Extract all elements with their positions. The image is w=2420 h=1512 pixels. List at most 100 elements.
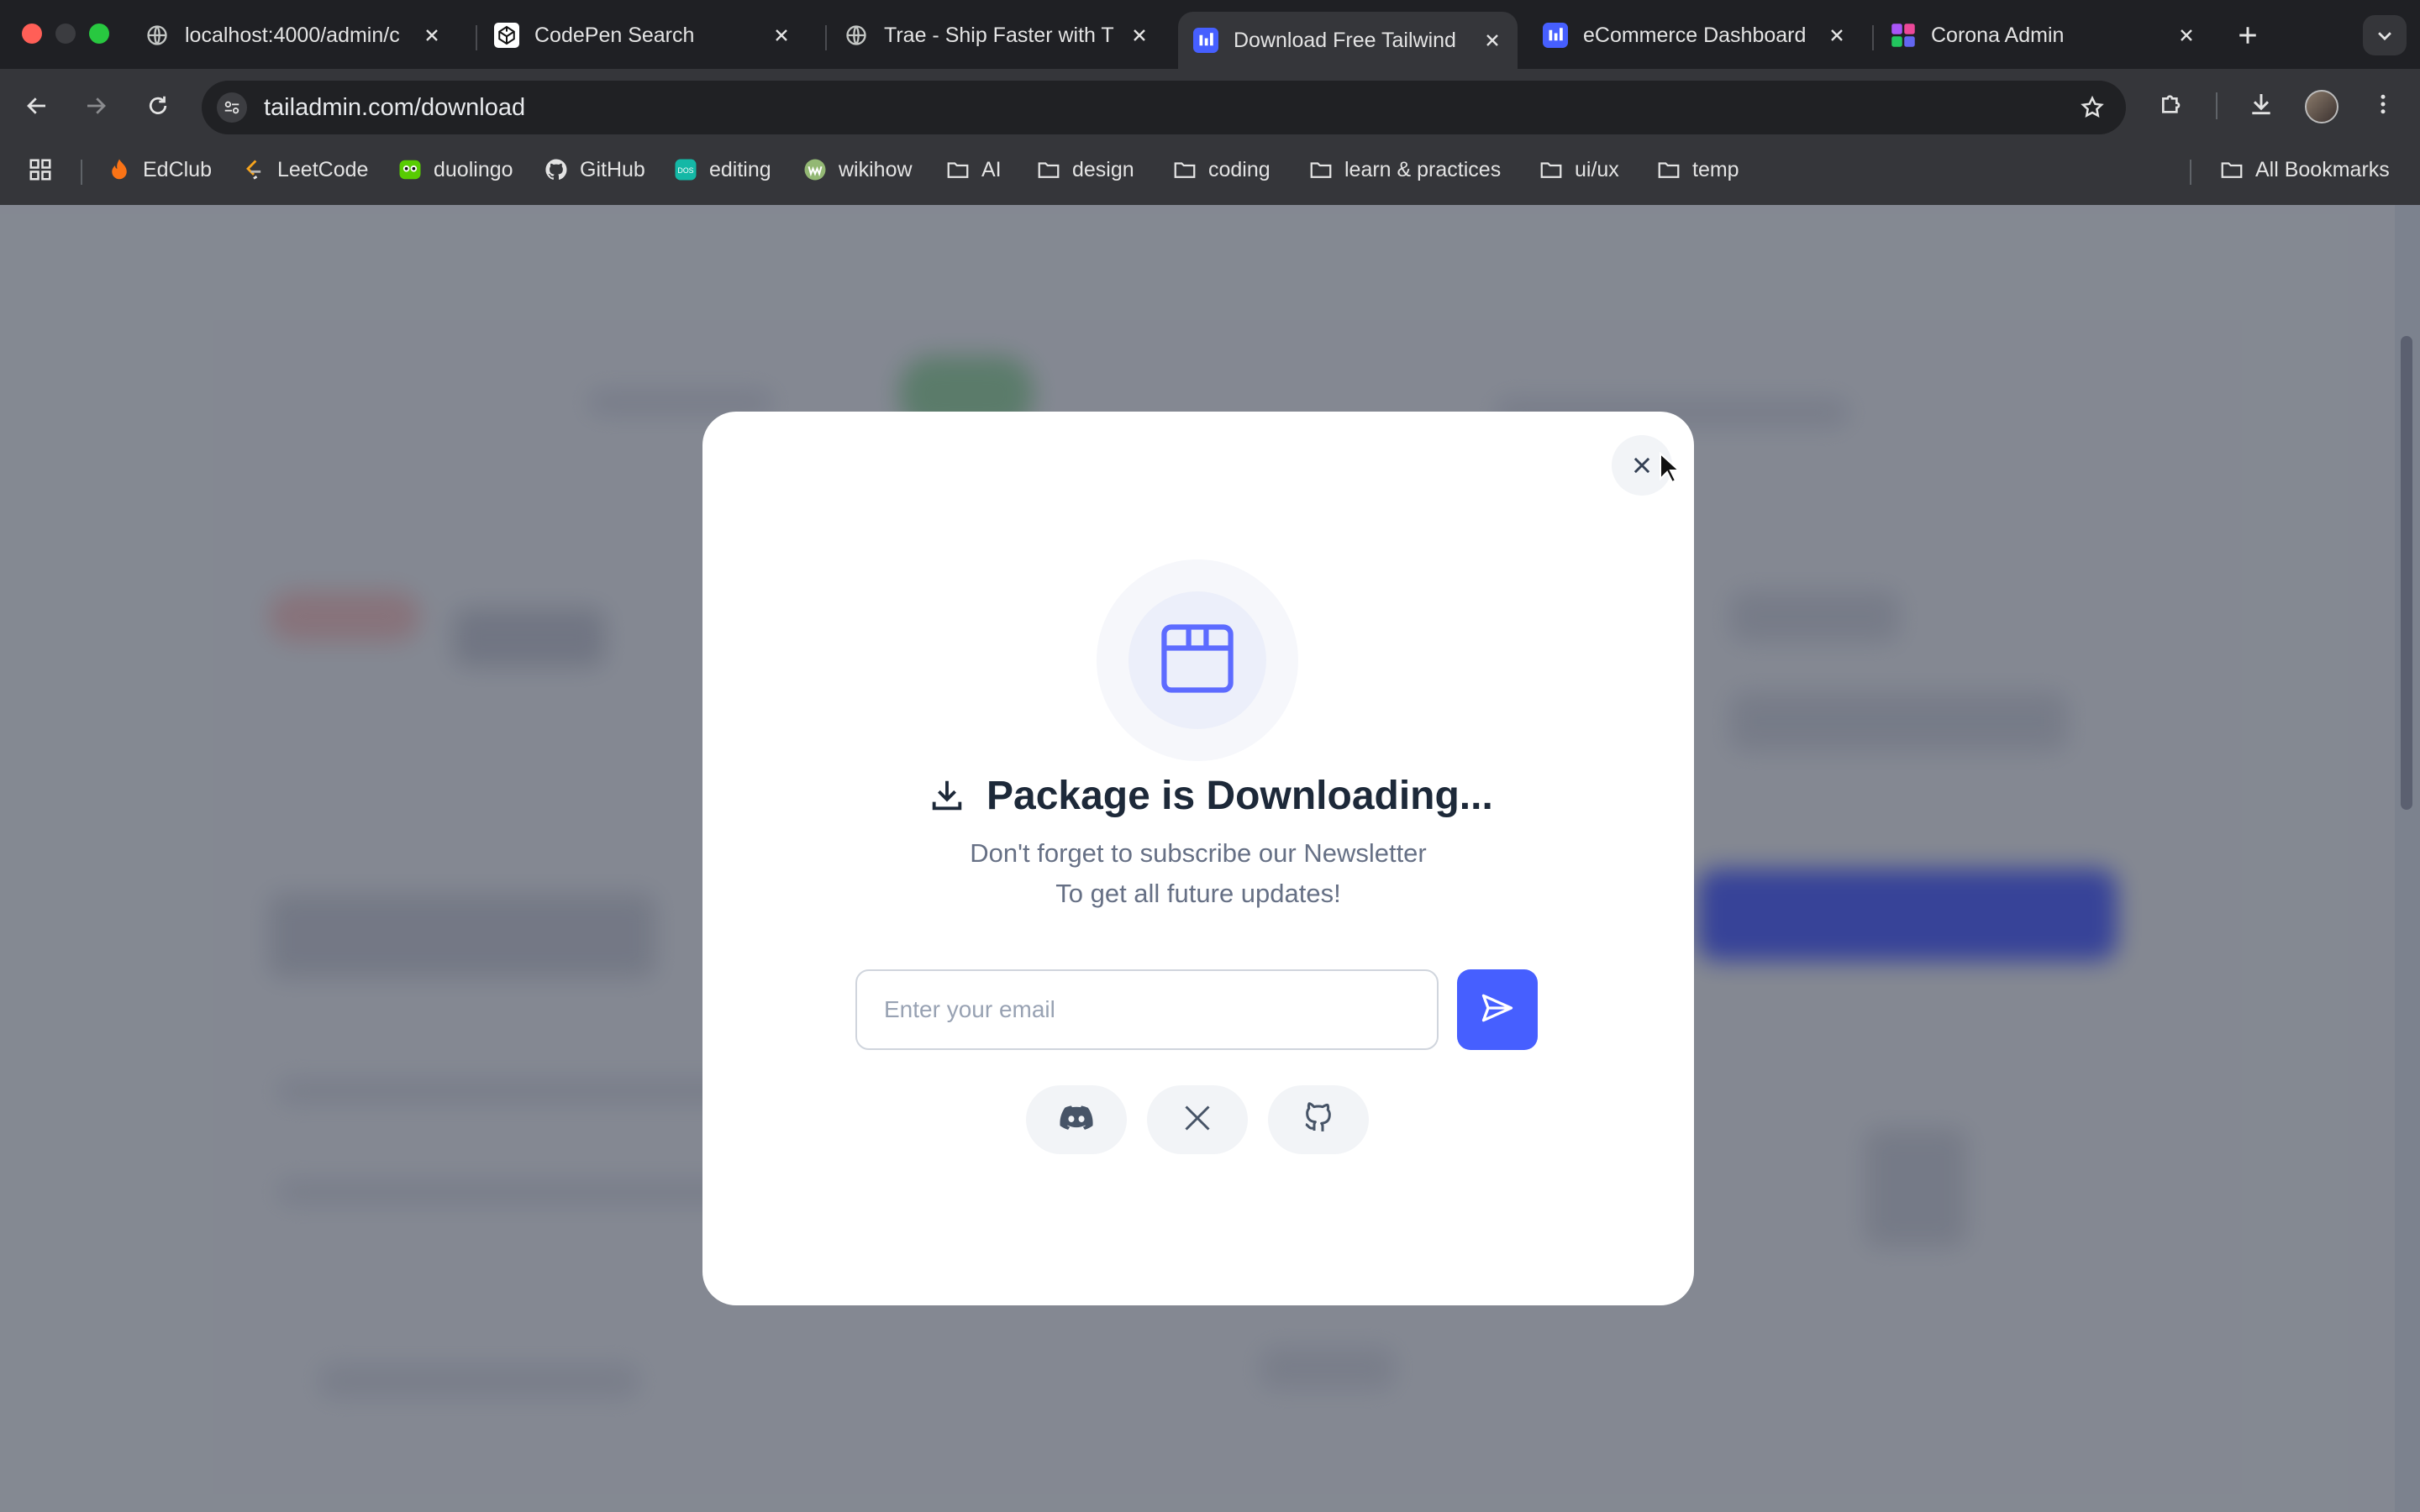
downloads-icon[interactable] [2241,84,2281,124]
github-icon [1302,1101,1335,1139]
edclub-icon [106,156,133,183]
bookmark-edclub[interactable]: EdClub [106,153,212,186]
bookmark-folder-uiux[interactable]: ui/ux [1538,153,1619,186]
forward-button[interactable] [76,86,116,126]
send-icon [1479,990,1516,1031]
bookmark-star-icon[interactable] [2077,92,2107,123]
tab-strip: localhost:4000/admin/c CodePen Search Tr… [0,0,2420,69]
tab-separator [476,25,477,50]
svg-text:DOS: DOS [678,166,694,175]
bookmark-folder-coding[interactable]: coding [1171,153,1270,186]
site-settings-icon[interactable] [217,92,247,123]
new-tab-button[interactable] [2231,18,2265,52]
page-scrollbar-thumb[interactable] [2401,336,2412,810]
toolbar-divider [2216,92,2217,119]
window-maximize-button[interactable] [89,24,109,44]
email-input[interactable] [855,969,1439,1050]
tab-search-button[interactable] [2363,15,2407,55]
tailadmin-icon [1193,28,1218,53]
browser-menu-icon[interactable] [2363,84,2403,124]
bookmarks-separator [81,160,82,185]
subtitle-line-2: To get all future updates! [1055,879,1341,908]
bookmark-label: ui/ux [1575,157,1619,181]
folder-icon [1307,156,1334,183]
window-minimize-button[interactable] [55,24,76,44]
tab-separator [1872,25,1874,50]
apps-grid-button[interactable] [27,153,64,186]
package-box-icon [1155,617,1239,705]
folder-icon [2218,156,2245,183]
tab-codepen[interactable]: CodePen Search [479,12,807,59]
bookmarks-separator [2190,160,2191,185]
bookmark-editing[interactable]: DOS editing [672,153,771,186]
bookmark-leetcode[interactable]: LeetCode [240,153,368,186]
leetcode-icon [240,156,267,183]
subscribe-send-button[interactable] [1457,969,1538,1050]
bookmark-folder-ai[interactable]: AI [944,153,1002,186]
bookmark-folder-learn[interactable]: learn & practices [1307,153,1501,186]
codepen-icon [494,23,519,48]
github-button[interactable] [1268,1085,1369,1154]
bookmark-folder-temp[interactable]: temp [1655,153,1739,186]
download-icon [924,773,970,818]
bookmark-label: LeetCode [277,157,369,181]
package-icon-circle [1128,591,1266,729]
discord-button[interactable] [1026,1085,1127,1154]
close-icon[interactable] [771,25,792,45]
extensions-icon[interactable] [2152,84,2192,124]
bookmark-duolingo[interactable]: duolingo [397,153,513,186]
bookmark-github[interactable]: GitHub [543,153,645,186]
folder-icon [944,156,971,183]
tab-tailadmin-download[interactable]: Download Free Tailwind [1178,12,1518,69]
url-text: tailadmin.com/download [264,94,526,121]
tab-corona-admin[interactable]: Corona Admin [1876,12,2212,59]
close-icon[interactable] [1827,25,1847,45]
bookmark-label: learn & practices [1344,157,1502,181]
close-icon[interactable] [422,25,442,45]
close-icon[interactable] [2176,25,2196,45]
discord-icon [1058,1100,1095,1141]
tab-ecommerce-dashboard[interactable]: eCommerce Dashboard [1528,12,1862,59]
address-bar[interactable]: tailadmin.com/download [202,81,2126,134]
globe-icon [844,23,869,48]
back-button[interactable] [17,86,57,126]
globe-icon [145,23,170,48]
bookmark-label: AI [981,157,1002,181]
bookmark-label: coding [1208,157,1270,181]
reload-button[interactable] [138,86,178,126]
wikihow-icon [802,156,829,183]
close-icon[interactable] [1482,30,1502,50]
all-bookmarks-label: All Bookmarks [2255,157,2390,181]
bookmark-wikihow[interactable]: wikihow [802,153,913,186]
tab-title: Corona Admin [1931,23,2065,47]
tab-separator [825,25,827,50]
bookmark-label: temp [1692,157,1739,181]
tab-title: localhost:4000/admin/c [185,23,400,47]
folder-icon [1655,156,1682,183]
folder-icon [1171,156,1198,183]
subtitle-line-1: Don't forget to subscribe our Newsletter [970,838,1427,868]
folder-icon [1035,156,1062,183]
apps-grid-icon [27,156,54,183]
tab-title: CodePen Search [534,23,695,47]
bookmark-label: EdClub [143,157,212,181]
tab-title: eCommerce Dashboard [1583,23,1807,47]
bookmarks-bar: EdClub LeetCode duolingo GitHub DOS edit… [0,136,2420,205]
heading-text: Package is Downloading... [986,773,1493,818]
folder-icon [1538,156,1565,183]
tab-localhost[interactable]: localhost:4000/admin/c [129,12,457,59]
bookmark-label: GitHub [580,157,645,181]
x-twitter-button[interactable] [1147,1085,1248,1154]
tab-title: Trae - Ship Faster with T [884,23,1114,47]
mouse-cursor-icon [1659,451,1681,488]
all-bookmarks-button[interactable]: All Bookmarks [2218,153,2390,186]
bookmark-label: duolingo [434,157,513,181]
window-close-button[interactable] [22,24,42,44]
bookmark-folder-design[interactable]: design [1035,153,1134,186]
close-icon[interactable] [1129,25,1150,45]
bookmark-label: wikihow [839,157,913,181]
download-heading: Package is Downloading... [924,766,1493,825]
github-icon [543,156,570,183]
profile-avatar[interactable] [2305,90,2338,123]
tab-trae[interactable]: Trae - Ship Faster with T [829,12,1165,59]
